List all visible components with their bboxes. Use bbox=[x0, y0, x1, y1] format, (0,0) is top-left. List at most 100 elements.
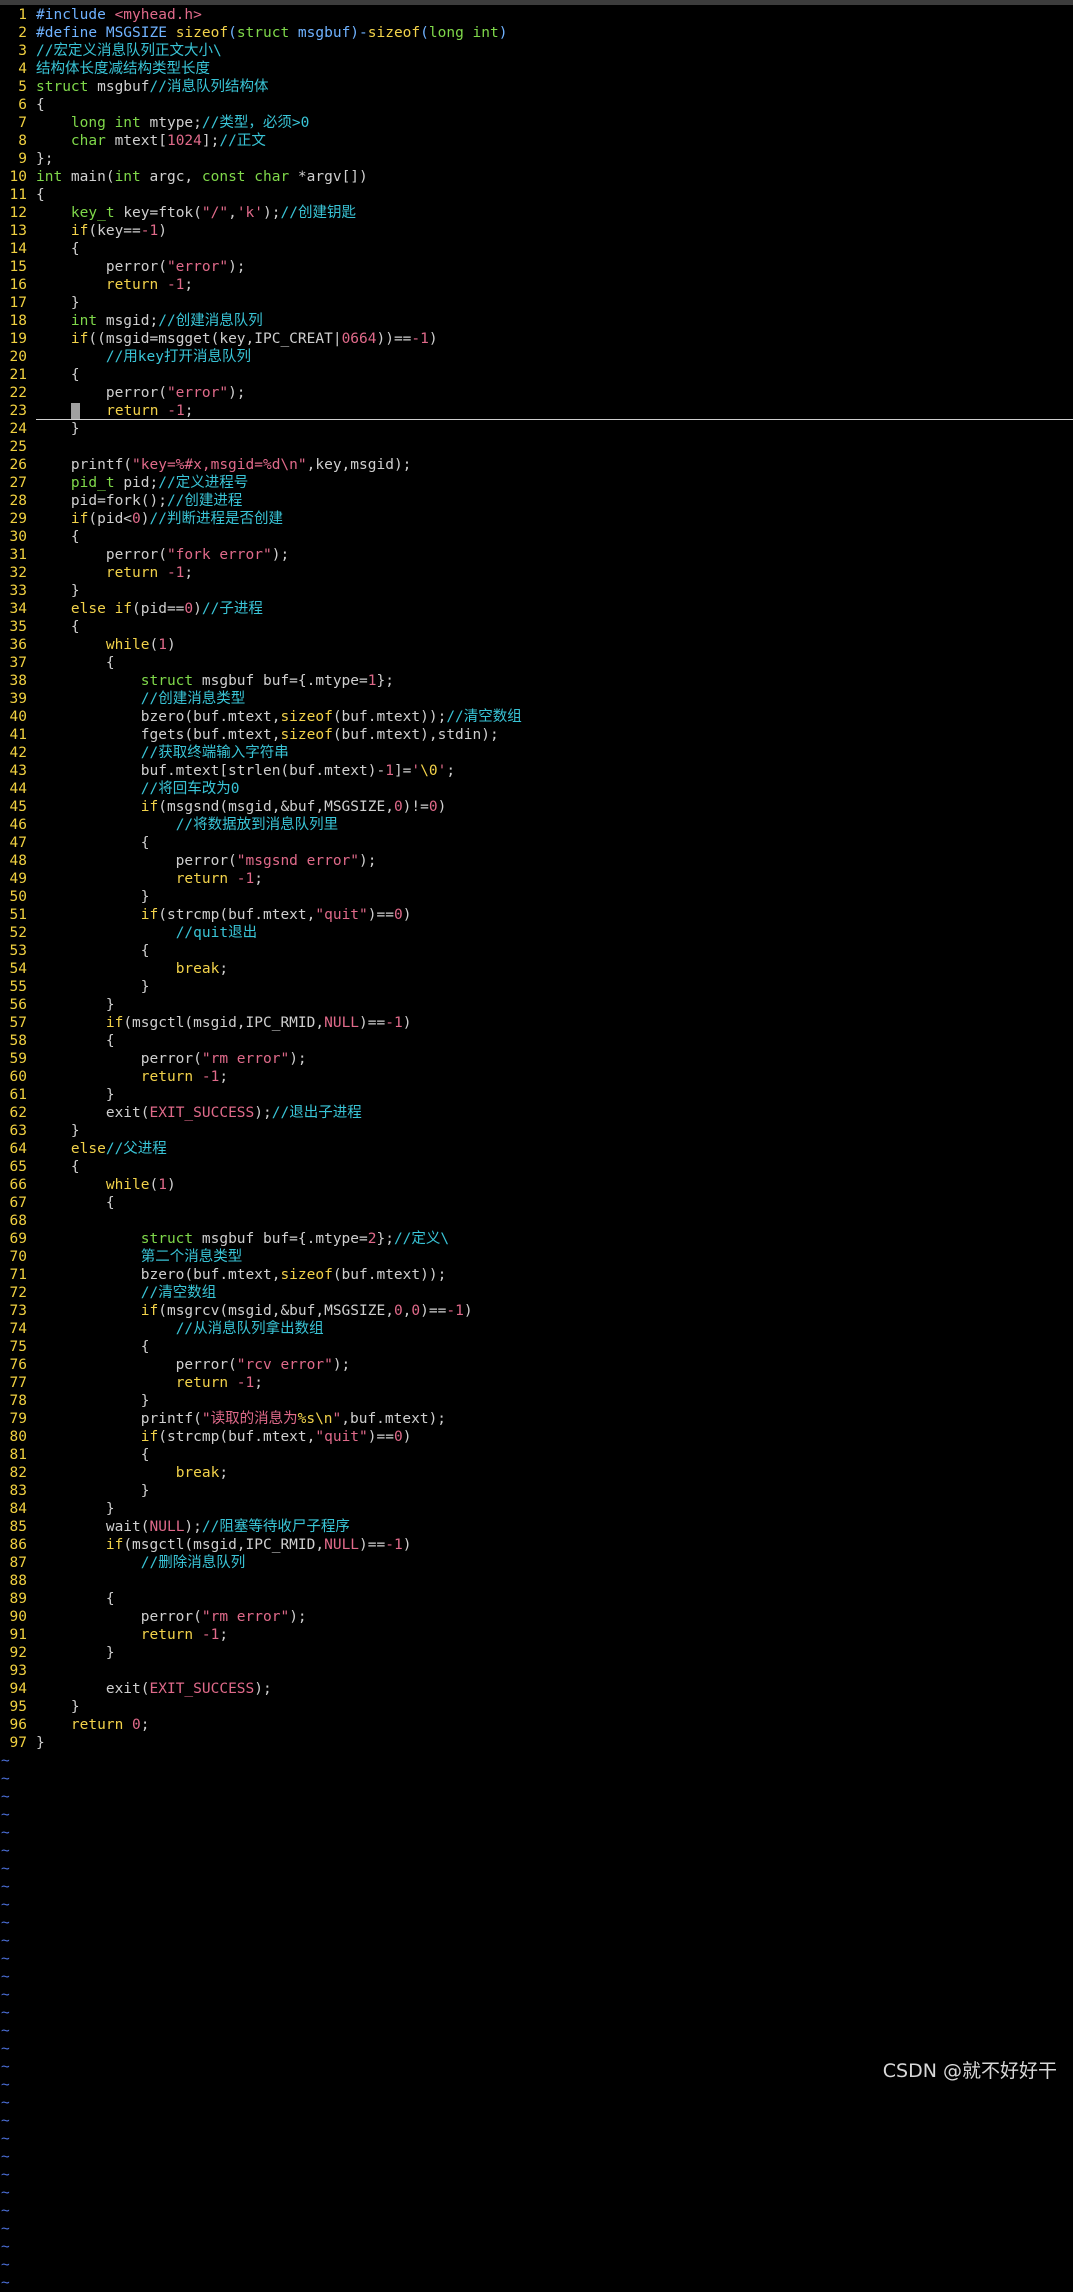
code-line[interactable]: 48 perror("msgsnd error"); bbox=[0, 852, 1073, 870]
code-line[interactable]: 83 } bbox=[0, 1482, 1073, 1500]
code-line[interactable]: 97} bbox=[0, 1734, 1073, 1752]
code-line[interactable]: 8 char mtext[1024];//正文 bbox=[0, 132, 1073, 150]
code-line[interactable]: 94 exit(EXIT_SUCCESS); bbox=[0, 1680, 1073, 1698]
code-line[interactable]: 45 if(msgsnd(msgid,&buf,MSGSIZE,0)!=0) bbox=[0, 798, 1073, 816]
code-line[interactable]: 88 bbox=[0, 1572, 1073, 1590]
code-line[interactable]: 33 } bbox=[0, 582, 1073, 600]
code-line[interactable]: 38 struct msgbuf buf={.mtype=1}; bbox=[0, 672, 1073, 690]
code-line[interactable]: 89 { bbox=[0, 1590, 1073, 1608]
code-line[interactable]: 40 bzero(buf.mtext,sizeof(buf.mtext));//… bbox=[0, 708, 1073, 726]
code-line[interactable]: 42 //获取终端输入字符串 bbox=[0, 744, 1073, 762]
code-line[interactable]: 20 //用key打开消息队列 bbox=[0, 348, 1073, 366]
code-line[interactable]: 46 //将数据放到消息队列里 bbox=[0, 816, 1073, 834]
code-line[interactable]: 54 break; bbox=[0, 960, 1073, 978]
code-line[interactable]: 50 } bbox=[0, 888, 1073, 906]
code-line[interactable]: 93 bbox=[0, 1662, 1073, 1680]
code-line[interactable]: 84 } bbox=[0, 1500, 1073, 1518]
code-line[interactable]: 44 //将回车改为0 bbox=[0, 780, 1073, 798]
code-line[interactable]: 19 if((msgid=msgget(key,IPC_CREAT|0664))… bbox=[0, 330, 1073, 348]
code-line[interactable]: 27 pid_t pid;//定义进程号 bbox=[0, 474, 1073, 492]
code-line[interactable]: 28 pid=fork();//创建进程 bbox=[0, 492, 1073, 510]
code-line[interactable]: 78 } bbox=[0, 1392, 1073, 1410]
code-line[interactable]: 31 perror("fork error"); bbox=[0, 546, 1073, 564]
vim-editor-buffer[interactable]: 1 #include <myhead.h> 2 #define MSGSIZE siz… bbox=[0, 6, 1073, 2292]
code-line[interactable]: 43 buf.mtext[strlen(buf.mtext)-1]='\0'; bbox=[0, 762, 1073, 780]
code-line[interactable]: 96 return 0; bbox=[0, 1716, 1073, 1734]
code-line[interactable]: 74 //从消息队列拿出数组 bbox=[0, 1320, 1073, 1338]
code-line[interactable]: 1 #include <myhead.h> bbox=[0, 6, 1073, 24]
code-line[interactable]: 37 { bbox=[0, 654, 1073, 672]
code-line[interactable]: 75 { bbox=[0, 1338, 1073, 1356]
code-line[interactable]: 61 } bbox=[0, 1086, 1073, 1104]
code-line[interactable]: 56 } bbox=[0, 996, 1073, 1014]
code-line[interactable]: 12 key_t key=ftok("/",'k');//创建钥匙 bbox=[0, 204, 1073, 222]
code-line[interactable]: 26 printf("key=%#x,msgid=%d\n",key,msgid… bbox=[0, 456, 1073, 474]
code-line[interactable]: 13 if(key==-1) bbox=[0, 222, 1073, 240]
code-line[interactable]: 87 //删除消息队列 bbox=[0, 1554, 1073, 1572]
code-line[interactable]: 51 if(strcmp(buf.mtext,"quit")==0) bbox=[0, 906, 1073, 924]
code-line[interactable]: 59 perror("rm error"); bbox=[0, 1050, 1073, 1068]
code-line[interactable]: 79 printf("读取的消息为%s\n",buf.mtext); bbox=[0, 1410, 1073, 1428]
code-line[interactable]: 29 if(pid<0)//判断进程是否创建 bbox=[0, 510, 1073, 528]
code-line[interactable]: 39 //创建消息类型 bbox=[0, 690, 1073, 708]
code-line[interactable]: 4 结构体长度减结构类型长度 bbox=[0, 60, 1073, 78]
code-line[interactable]: 91 return -1; bbox=[0, 1626, 1073, 1644]
code-line[interactable]: 17 } bbox=[0, 294, 1073, 312]
code-line[interactable]: 47 { bbox=[0, 834, 1073, 852]
code-line[interactable]: 66 while(1) bbox=[0, 1176, 1073, 1194]
code-line[interactable]: 60 return -1; bbox=[0, 1068, 1073, 1086]
code-line[interactable]: 73 if(msgrcv(msgid,&buf,MSGSIZE,0,0)==-1… bbox=[0, 1302, 1073, 1320]
code-line[interactable]: 3 //宏定义消息队列正文大小\ bbox=[0, 42, 1073, 60]
code-line[interactable]: 25 bbox=[0, 438, 1073, 456]
code-line[interactable]: 9}; bbox=[0, 150, 1073, 168]
code-line[interactable]: 72 //清空数组 bbox=[0, 1284, 1073, 1302]
code-line[interactable]: 30 { bbox=[0, 528, 1073, 546]
code-line[interactable]: 14 { bbox=[0, 240, 1073, 258]
code-line[interactable]: 24 } bbox=[0, 420, 1073, 438]
code-token: printf( bbox=[36, 457, 133, 473]
code-line[interactable]: 80 if(strcmp(buf.mtext,"quit")==0) bbox=[0, 1428, 1073, 1446]
code-line[interactable]: 34 else if(pid==0)//子进程 bbox=[0, 600, 1073, 618]
code-line[interactable]: 85 wait(NULL);//阻塞等待收尸子程序 bbox=[0, 1518, 1073, 1536]
code-line[interactable]: 63 } bbox=[0, 1122, 1073, 1140]
code-line[interactable]: 70 第二个消息类型 bbox=[0, 1248, 1073, 1266]
code-line[interactable]: 71 bzero(buf.mtext,sizeof(buf.mtext)); bbox=[0, 1266, 1073, 1284]
code-line[interactable]: 15 perror("error"); bbox=[0, 258, 1073, 276]
code-line[interactable]: 76 perror("rcv error"); bbox=[0, 1356, 1073, 1374]
code-line[interactable]: 16 return -1; bbox=[0, 276, 1073, 294]
code-line[interactable]: 7 long int mtype;//类型，必须>0 bbox=[0, 114, 1073, 132]
code-line[interactable]: 2 #define MSGSIZE sizeof(struct msgbuf)-s… bbox=[0, 24, 1073, 42]
code-line[interactable]: 95 } bbox=[0, 1698, 1073, 1716]
code-line[interactable]: 65 { bbox=[0, 1158, 1073, 1176]
code-line[interactable]: 10 int main(int argc, const char *argv[]) bbox=[0, 168, 1073, 186]
code-line[interactable]: 6{ bbox=[0, 96, 1073, 114]
code-line[interactable]: 52 //quit退出 bbox=[0, 924, 1073, 942]
code-line[interactable]: 35 { bbox=[0, 618, 1073, 636]
code-line[interactable]: 86 if(msgctl(msgid,IPC_RMID,NULL)==-1) bbox=[0, 1536, 1073, 1554]
code-line[interactable]: 68 bbox=[0, 1212, 1073, 1230]
code-line[interactable]: 77 return -1; bbox=[0, 1374, 1073, 1392]
code-line[interactable]: 21 { bbox=[0, 366, 1073, 384]
code-line[interactable]: 53 { bbox=[0, 942, 1073, 960]
code-line[interactable]: 55 } bbox=[0, 978, 1073, 996]
code-line[interactable]: 49 return -1; bbox=[0, 870, 1073, 888]
code-line[interactable]: 36 while(1) bbox=[0, 636, 1073, 654]
code-line[interactable]: 32 return -1; bbox=[0, 564, 1073, 582]
code-line[interactable]: 58 { bbox=[0, 1032, 1073, 1050]
code-line[interactable]: 90 perror("rm error"); bbox=[0, 1608, 1073, 1626]
code-line[interactable]: 69 struct msgbuf buf={.mtype=2};//定义\ bbox=[0, 1230, 1073, 1248]
code-line[interactable]: 62 exit(EXIT_SUCCESS);//退出子进程 bbox=[0, 1104, 1073, 1122]
code-line[interactable]: 81 { bbox=[0, 1446, 1073, 1464]
code-line[interactable]: 92 } bbox=[0, 1644, 1073, 1662]
code-line[interactable]: 67 { bbox=[0, 1194, 1073, 1212]
code-line[interactable]: 5 struct msgbuf//消息队列结构体 bbox=[0, 78, 1073, 96]
code-line[interactable]: 82 break; bbox=[0, 1464, 1073, 1482]
code-line[interactable]: 41 fgets(buf.mtext,sizeof(buf.mtext),std… bbox=[0, 726, 1073, 744]
code-line[interactable]: 23 return -1; bbox=[0, 402, 1073, 420]
code-line[interactable]: 22 perror("error"); bbox=[0, 384, 1073, 402]
code-token: argc, bbox=[149, 169, 202, 185]
code-line[interactable]: 57 if(msgctl(msgid,IPC_RMID,NULL)==-1) bbox=[0, 1014, 1073, 1032]
code-line[interactable]: 18 int msgid;//创建消息队列 bbox=[0, 312, 1073, 330]
code-line[interactable]: 11 { bbox=[0, 186, 1073, 204]
code-line[interactable]: 64 else//父进程 bbox=[0, 1140, 1073, 1158]
